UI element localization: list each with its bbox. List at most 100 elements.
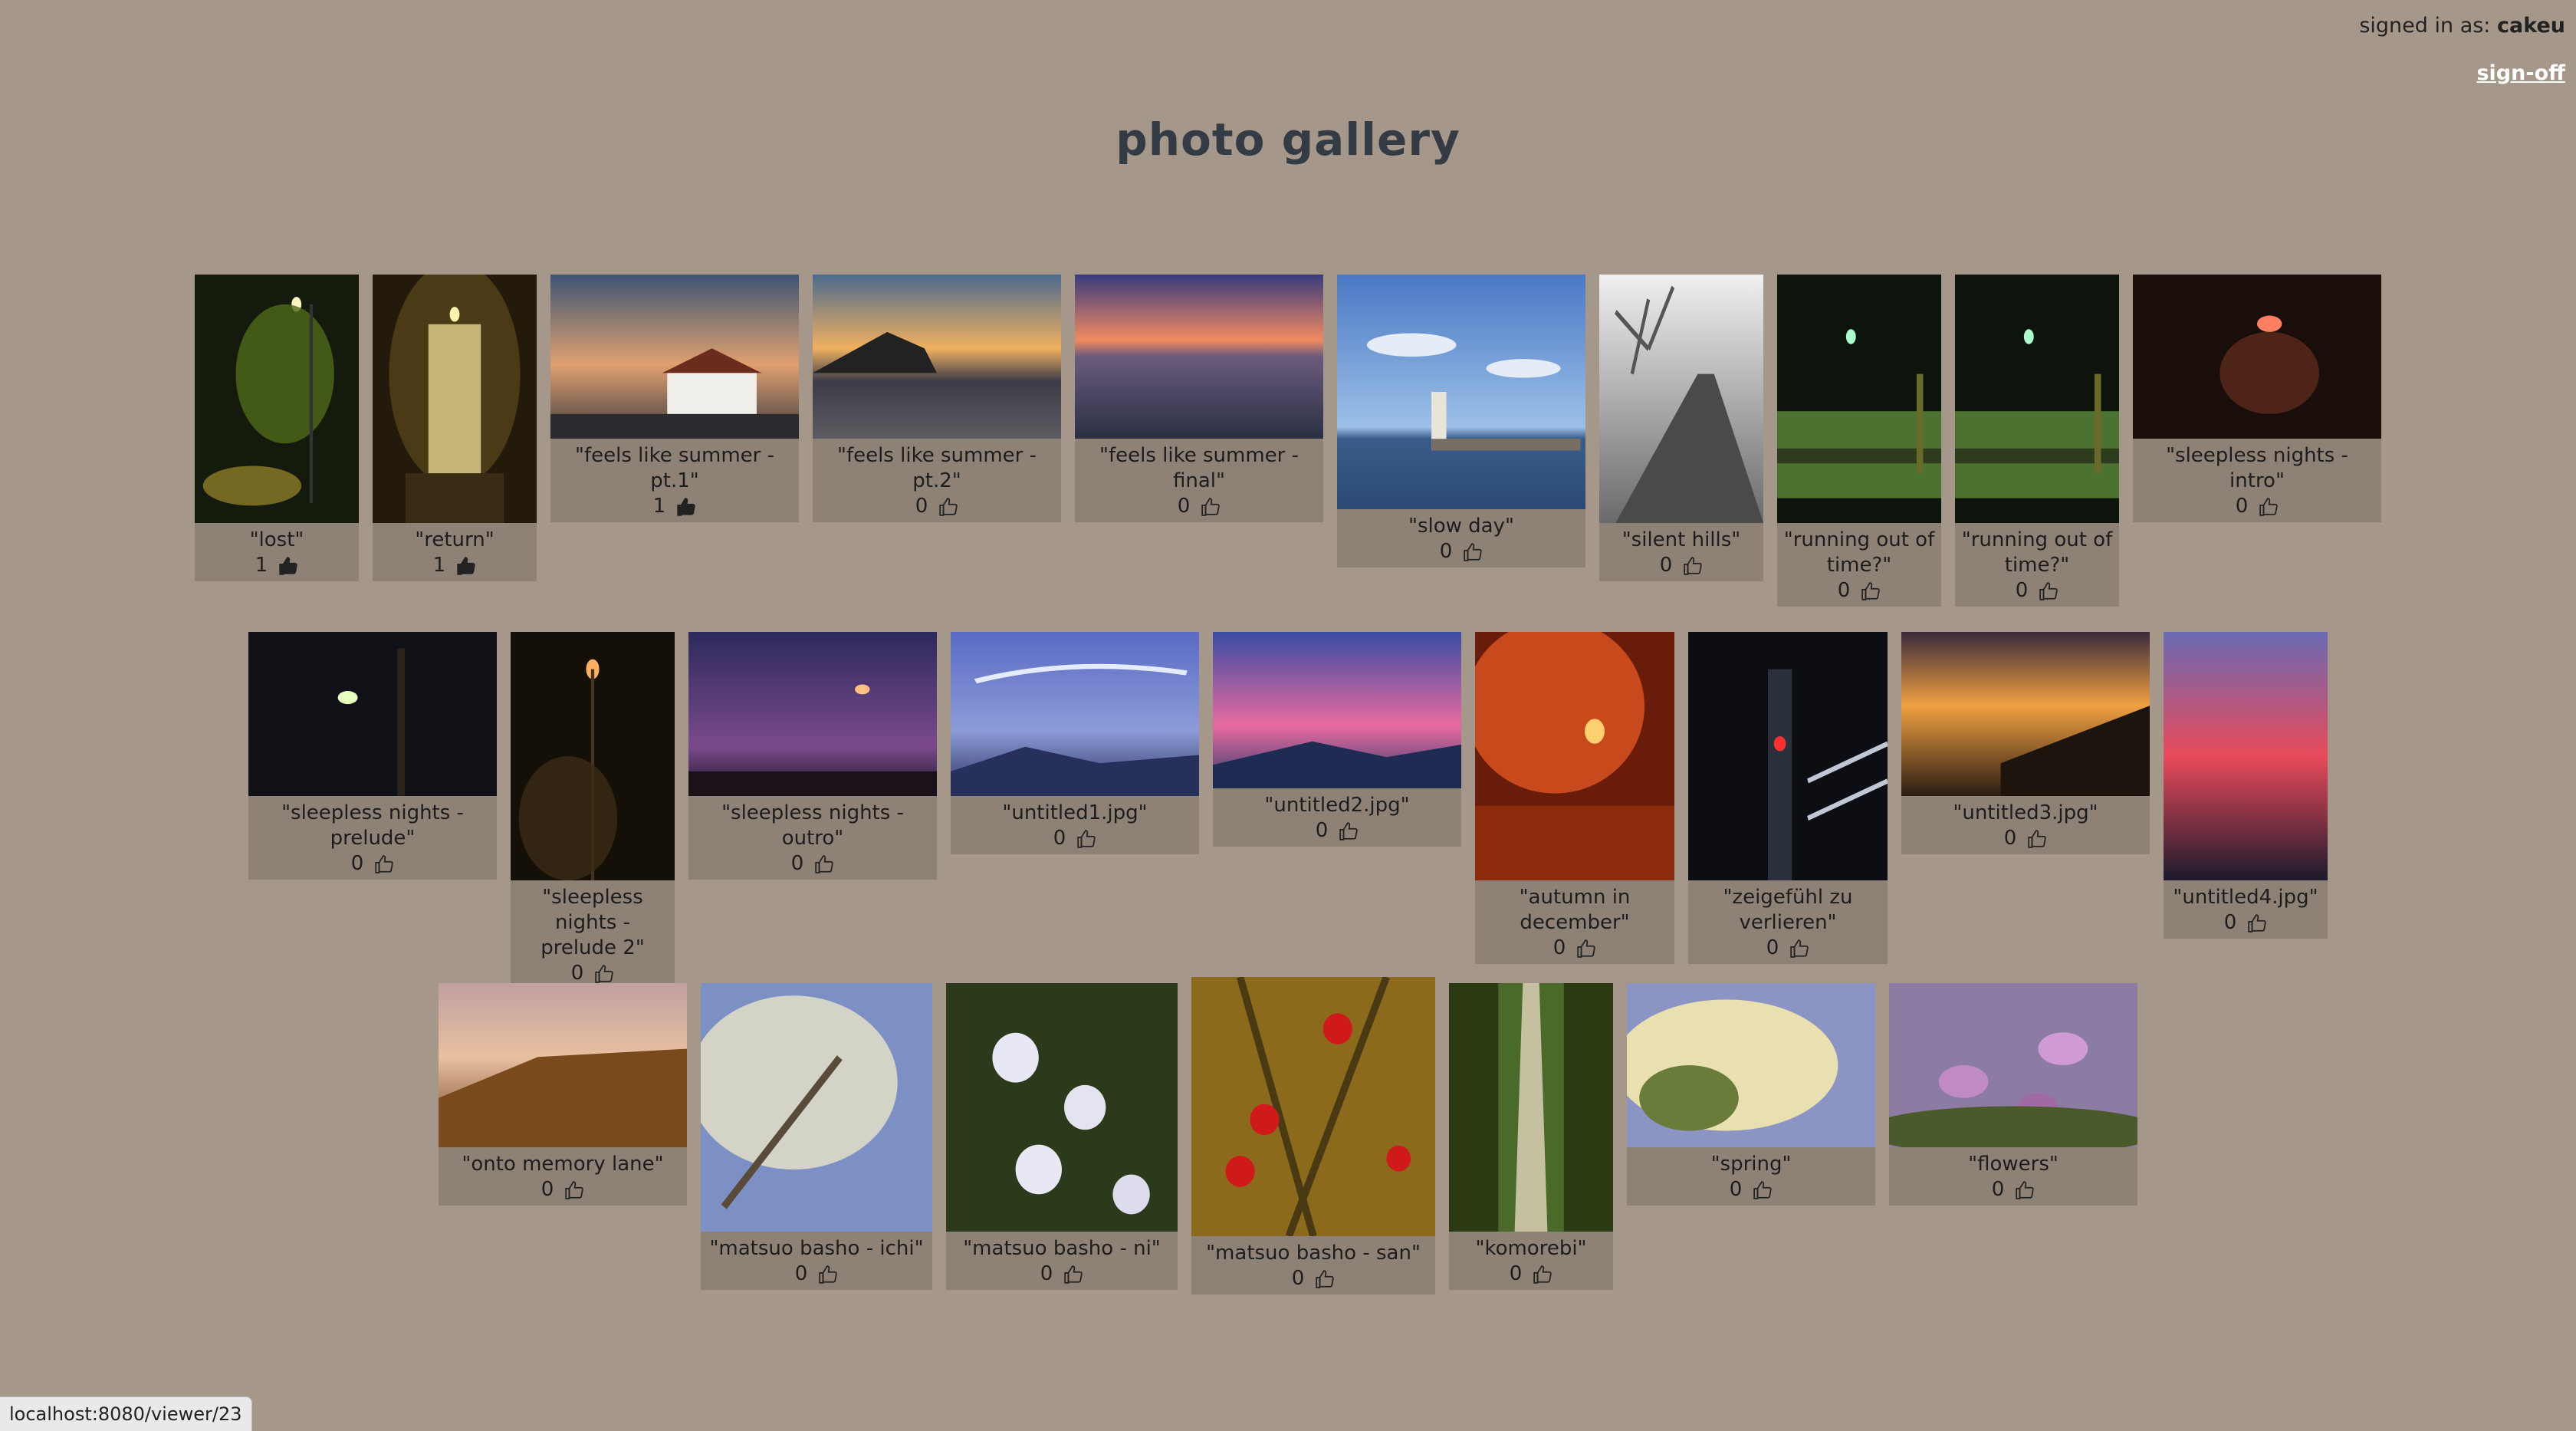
photo-card[interactable]: "flowers" 0 [1889, 983, 2137, 1206]
photo-thumbnail[interactable] [946, 983, 1178, 1232]
thumbs-up-icon[interactable] [938, 497, 958, 517]
thumbs-up-icon[interactable] [1753, 1180, 1773, 1200]
photo-card[interactable]: "untitled1.jpg" 0 [951, 632, 1199, 854]
thumbs-up-icon[interactable] [594, 964, 614, 984]
photo-thumbnail[interactable] [1475, 632, 1674, 880]
photo-thumbnail[interactable] [248, 632, 497, 796]
photo-thumbnail[interactable] [1337, 275, 1585, 509]
photo-card[interactable]: "silent hills" 0 [1599, 275, 1763, 581]
photo-card[interactable]: "komorebi" 0 [1449, 983, 1613, 1290]
photo-thumbnail[interactable] [1889, 983, 2137, 1147]
thumbs-up-icon[interactable] [1063, 1265, 1083, 1285]
thumbs-up-icon[interactable] [1339, 821, 1359, 841]
thumbs-up-icon[interactable] [2039, 581, 2058, 601]
thumbs-up-icon[interactable] [2027, 829, 2047, 849]
photo-thumbnail[interactable] [1627, 983, 1875, 1147]
photo-card[interactable]: "feels like summer - pt.2" 0 [813, 275, 1061, 522]
photo-card[interactable]: "feels like summer - pt.1" 1 [550, 275, 799, 522]
photo-thumbnail[interactable] [195, 275, 359, 523]
thumbs-up-icon[interactable] [1789, 939, 1809, 959]
like-count: 0 [540, 1178, 554, 1201]
photo-card[interactable]: "sleepless nights - outro" 0 [688, 632, 937, 880]
photo-thumbnail[interactable] [1075, 275, 1323, 439]
photo-card[interactable]: "sleepless nights - prelude" 0 [248, 632, 497, 880]
photo-caption-box: "flowers" 0 [1889, 1147, 2137, 1206]
photo-card[interactable]: "lost" 1 [195, 275, 359, 581]
thumbs-up-icon[interactable] [818, 1265, 838, 1285]
photo-card[interactable]: "sleepless nights - prelude 2" 0 [511, 632, 675, 989]
photo-thumbnail[interactable] [1191, 977, 1435, 1236]
photo-thumbnail[interactable] [951, 632, 1199, 796]
photo-card[interactable]: "return" 1 [373, 275, 537, 581]
photo-thumbnail[interactable] [1955, 275, 2119, 523]
photo-thumbnail[interactable] [2164, 632, 2328, 880]
photo-caption: "matsuo basho - ni" [963, 1237, 1161, 1260]
photo-card[interactable]: "running out of time?" 0 [1777, 275, 1941, 607]
photo-thumbnail[interactable] [813, 275, 1061, 439]
like-count: 0 [2003, 827, 2017, 850]
photo-thumbnail[interactable] [688, 632, 937, 796]
photo-card[interactable]: "onto memory lane" 0 [439, 983, 687, 1206]
photo-thumbnail[interactable] [1213, 632, 1461, 788]
photo-card[interactable]: "zeigefühl zu verlieren" 0 [1688, 632, 1888, 964]
page-title: photo gallery [1116, 113, 1460, 166]
photo-caption-box: "running out of time?" 0 [1777, 523, 1941, 607]
photo-caption-box: "zeigefühl zu verlieren" 0 [1688, 880, 1888, 964]
photo-card[interactable]: "spring" 0 [1627, 983, 1875, 1206]
photo-thumbnail[interactable] [1449, 983, 1613, 1232]
photo-card[interactable]: "untitled2.jpg" 0 [1213, 632, 1461, 847]
photo-caption: "untitled3.jpg" [1953, 801, 2098, 824]
thumbs-up-icon[interactable] [2015, 1180, 2035, 1200]
thumbs-up-icon[interactable] [1463, 542, 1483, 562]
photo-card[interactable]: "untitled3.jpg" 0 [1901, 632, 2150, 854]
like-counter: 0 [1217, 818, 1457, 844]
like-count: 0 [790, 852, 804, 875]
status-bar-url: localhost:8080/viewer/23 [0, 1396, 252, 1431]
thumbs-up-icon[interactable] [814, 854, 834, 874]
sign-off-link[interactable]: sign-off [2476, 61, 2565, 85]
thumbs-up-icon[interactable] [676, 497, 696, 517]
photo-thumbnail[interactable] [701, 983, 932, 1232]
thumbs-up-icon[interactable] [1315, 1269, 1335, 1289]
photo-thumbnail[interactable] [439, 983, 687, 1147]
photo-caption: "spring" [1710, 1153, 1792, 1176]
thumbs-up-icon[interactable] [1533, 1265, 1552, 1285]
photo-card[interactable]: "feels like summer - final" 0 [1075, 275, 1323, 522]
photo-card[interactable]: "matsuo basho - ichi" 0 [701, 983, 932, 1290]
photo-thumbnail[interactable] [1599, 275, 1763, 523]
photo-card[interactable]: "matsuo basho - san" 0 [1191, 977, 1435, 1294]
photo-thumbnail[interactable] [511, 632, 675, 880]
photo-card[interactable]: "running out of time?" 0 [1955, 275, 2119, 607]
thumbs-up-icon[interactable] [2247, 913, 2267, 933]
photo-thumbnail[interactable] [1901, 632, 2150, 796]
thumbs-up-icon[interactable] [1076, 829, 1096, 849]
like-count: 1 [652, 495, 666, 518]
photo-thumbnail[interactable] [1777, 275, 1941, 523]
like-counter: 0 [1906, 826, 2145, 851]
thumbs-up-icon[interactable] [1861, 581, 1881, 601]
photo-card[interactable]: "matsuo basho - ni" 0 [946, 983, 1178, 1290]
photo-thumbnail[interactable] [550, 275, 799, 439]
photo-thumbnail[interactable] [2133, 275, 2381, 439]
thumbs-up-icon[interactable] [456, 556, 476, 576]
thumbs-up-icon[interactable] [1201, 497, 1221, 517]
like-count: 0 [1315, 819, 1329, 842]
photo-caption-box: "komorebi" 0 [1449, 1232, 1613, 1290]
photo-caption: "sleepless nights - outro" [721, 801, 904, 850]
thumbs-up-icon[interactable] [2259, 497, 2279, 517]
photo-thumbnail[interactable] [373, 275, 537, 523]
photo-caption-box: "autumn in december" 0 [1475, 880, 1674, 964]
photo-card[interactable]: "slow day" 0 [1337, 275, 1585, 567]
photo-caption: "feels like summer - pt.1" [575, 444, 774, 492]
thumbs-up-icon[interactable] [1683, 556, 1703, 576]
photo-caption: "komorebi" [1475, 1237, 1587, 1260]
thumbs-up-icon[interactable] [564, 1180, 584, 1200]
photo-card[interactable]: "sleepless nights - intro" 0 [2133, 275, 2381, 522]
thumbs-up-icon[interactable] [278, 556, 298, 576]
thumbs-up-icon[interactable] [374, 854, 394, 874]
photo-thumbnail[interactable] [1688, 632, 1888, 880]
photo-card[interactable]: "untitled4.jpg" 0 [2164, 632, 2328, 939]
photo-card[interactable]: "autumn in december" 0 [1475, 632, 1674, 964]
like-counter: 0 [443, 1177, 682, 1202]
thumbs-up-icon[interactable] [1576, 939, 1596, 959]
